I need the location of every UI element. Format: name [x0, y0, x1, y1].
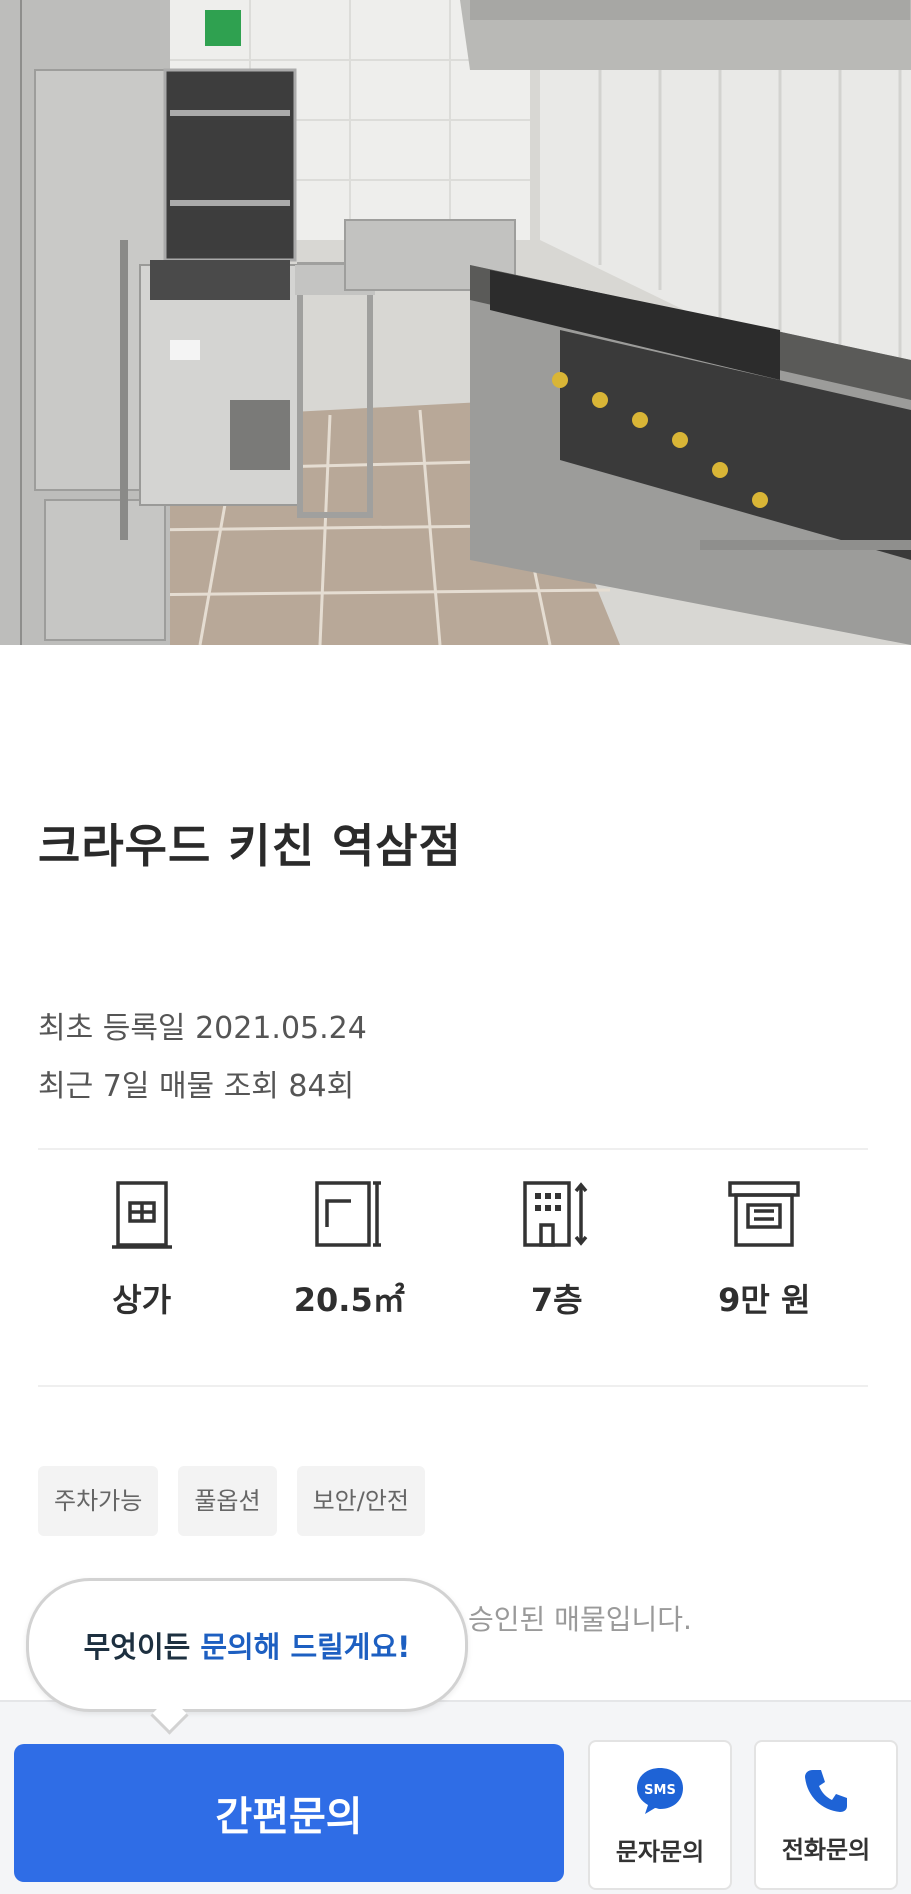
spec-row: 상가 20.5㎡ 7층 9만 원 [38, 1175, 868, 1355]
divider [38, 1148, 868, 1150]
spec-maintenance-fee: 9만 원 [661, 1175, 869, 1355]
spec-floor: 7층 [453, 1175, 661, 1355]
tooltip-highlight: 문의해 드릴게요! [200, 1630, 411, 1664]
quick-inquiry-button[interactable]: 간편문의 [14, 1744, 564, 1882]
phone-icon [801, 1766, 851, 1820]
maintenance-fee-icon [724, 1175, 804, 1255]
spec-value: 7층 [530, 1281, 583, 1319]
call-inquiry-button[interactable]: 전화문의 [754, 1740, 898, 1890]
listing-photo[interactable] [0, 0, 911, 645]
tag-full-option: 풀옵션 [178, 1466, 277, 1536]
tag-parking: 주차가능 [38, 1466, 159, 1536]
listing-description: 승인된 매물입니다. [468, 1603, 692, 1636]
sms-inquiry-label: 문자문의 [615, 1837, 705, 1866]
spec-area: 20.5㎡ [246, 1175, 454, 1355]
listing-title: 크라우드 키친 역삼점 [38, 819, 462, 873]
spec-property-type: 상가 [38, 1175, 246, 1355]
sms-badge-text: SMS [644, 1783, 676, 1798]
tooltip-prefix: 무엇이든 [83, 1630, 191, 1664]
divider [38, 1385, 868, 1387]
recent-view-count: 최근 7일 매물 조회 84회 [38, 1069, 355, 1104]
sms-icon: SMS [633, 1764, 687, 1822]
spec-value: 9만 원 [718, 1281, 811, 1319]
listing-meta: 최초 등록일 2021.05.24 최근 7일 매물 조회 84회 [38, 1000, 367, 1116]
inquiry-tooltip: 무엇이든 문의해 드릴게요! [26, 1578, 468, 1712]
building-floor-icon [517, 1175, 597, 1255]
feature-tags: 주차가능 풀옵션 보안/안전 [38, 1466, 425, 1536]
floor-area-icon [309, 1175, 389, 1255]
spec-value: 20.5㎡ [293, 1281, 405, 1319]
spec-value: 상가 [112, 1281, 172, 1319]
tag-security: 보안/안전 [296, 1466, 425, 1536]
store-icon [102, 1175, 182, 1255]
first-registered-date: 최초 등록일 2021.05.24 [38, 1011, 367, 1046]
call-inquiry-label: 전화문의 [781, 1835, 871, 1864]
sms-inquiry-button[interactable]: SMS 문자문의 [588, 1740, 732, 1890]
